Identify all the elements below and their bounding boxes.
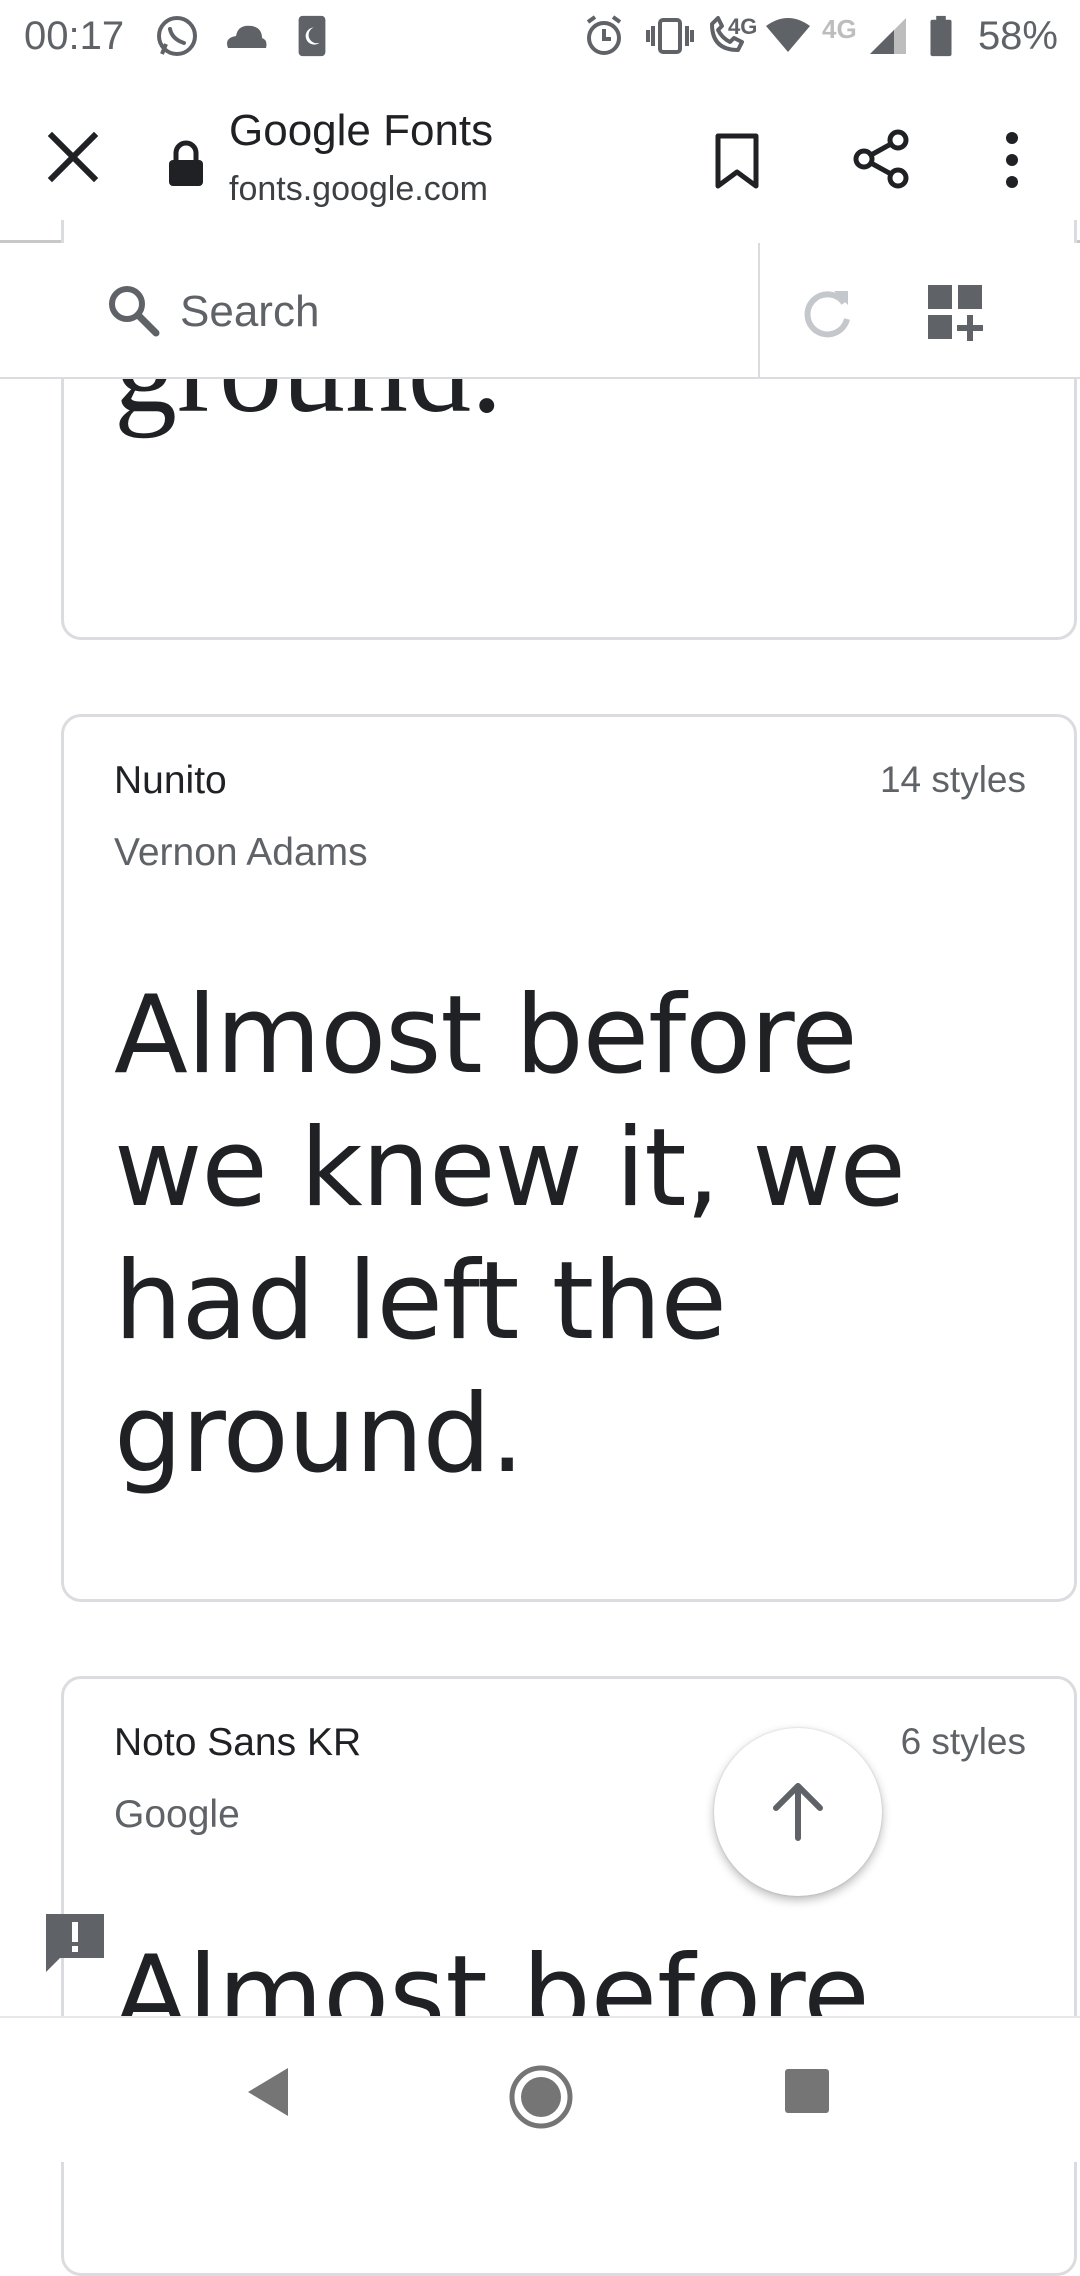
search-divider [758, 243, 760, 377]
network-type-label-2: 4G [822, 14, 857, 44]
sample-line: we knew it, we [114, 1106, 906, 1231]
status-time: 00:17 [24, 14, 125, 58]
do-not-disturb-icon [298, 15, 326, 57]
font-name: Noto Sans KR [114, 1721, 362, 1764]
add-grid-icon[interactable] [926, 283, 986, 343]
nav-back-icon[interactable] [244, 2066, 292, 2118]
scroll-to-top-button[interactable] [714, 1728, 882, 1896]
nav-home-icon[interactable] [508, 2064, 574, 2130]
battery-percent: 58% [977, 14, 1058, 58]
sample-line: Almost before [114, 973, 858, 1098]
arrow-up-icon [773, 1783, 823, 1841]
font-card-noto-sans-kr[interactable]: Noto Sans KR Google 6 styles Almost befo… [61, 1676, 1077, 2276]
cell-signal-icon [870, 18, 906, 54]
cloud-icon [227, 25, 267, 48]
system-nav-bar [0, 2016, 1080, 2162]
battery-icon [930, 15, 952, 57]
bookmark-icon[interactable] [714, 132, 760, 190]
custom-tab-toolbar: Google Fonts fonts.google.com [0, 74, 1080, 243]
font-sample-text: Almost before we knew it, we had left th… [114, 969, 1044, 1501]
font-card-nunito[interactable]: Nunito Vernon Adams 14 styles Almost bef… [61, 714, 1077, 1602]
network-type-label: 4G [728, 14, 758, 39]
vibrate-icon [646, 18, 694, 54]
sample-line: had left the [114, 1239, 727, 1364]
refresh-icon[interactable] [800, 285, 856, 341]
sample-line: ground. [114, 1372, 524, 1497]
site-search-bar [0, 243, 1080, 379]
share-icon[interactable] [852, 128, 910, 190]
more-vert-icon[interactable] [1000, 130, 1024, 190]
page-url[interactable]: fonts.google.com [229, 170, 488, 209]
lock-icon[interactable] [166, 140, 206, 188]
nav-recents-icon[interactable] [784, 2068, 830, 2114]
status-bar: 00:17 4G 4G 58% [0, 0, 1080, 74]
page-title[interactable]: Google Fonts [229, 106, 493, 156]
close-icon[interactable] [46, 130, 100, 184]
font-author: Vernon Adams [114, 831, 368, 874]
font-author: Google [114, 1793, 240, 1836]
alarm-icon [586, 15, 622, 55]
font-style-count: 14 styles [879, 759, 1026, 800]
font-style-count: 6 styles [900, 1721, 1026, 1762]
font-name: Nunito [114, 759, 227, 802]
whatsapp-icon [157, 16, 197, 56]
feedback-icon[interactable] [44, 1912, 106, 1974]
search-icon [109, 286, 160, 337]
wifi-icon [766, 18, 810, 52]
search-input[interactable] [178, 281, 742, 343]
